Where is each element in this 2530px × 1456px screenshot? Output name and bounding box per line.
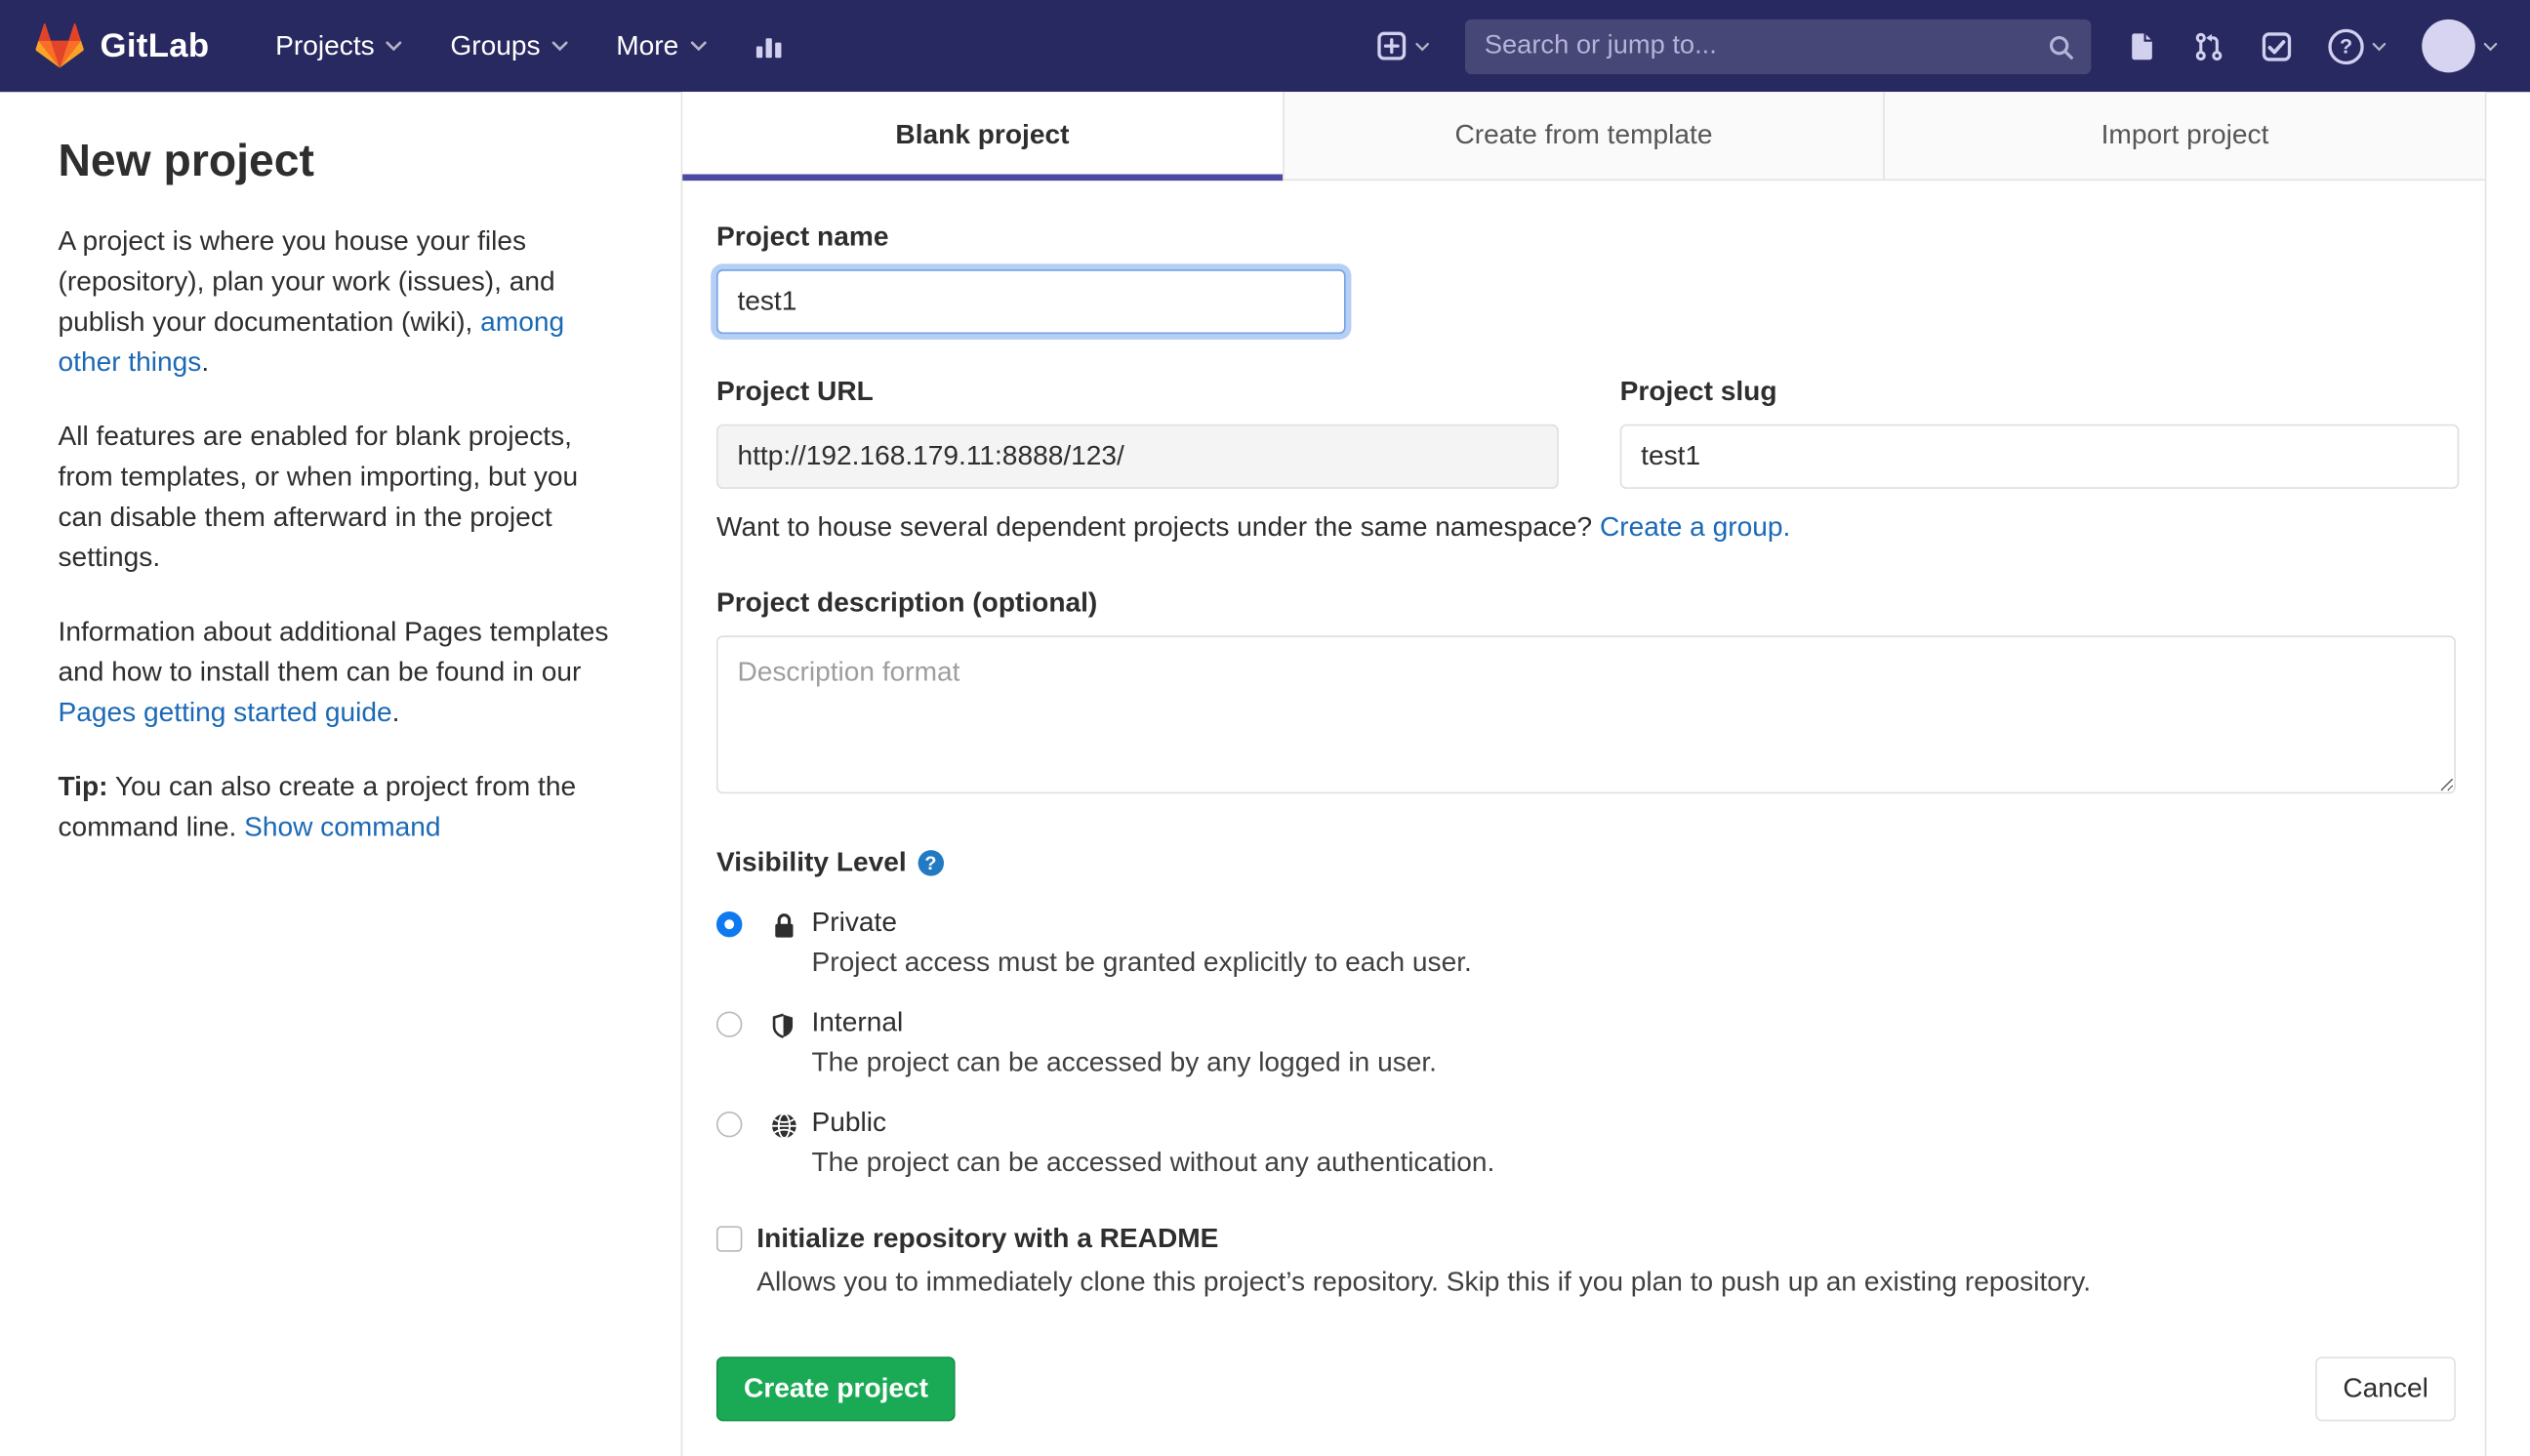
- project-name-input[interactable]: [715, 269, 1346, 335]
- shield-icon: [770, 1011, 799, 1078]
- public-option-label[interactable]: Public: [811, 1107, 1494, 1139]
- visibility-option-public: Public The project can be accessed witho…: [715, 1107, 2456, 1179]
- plus-square-icon: [1376, 30, 1407, 61]
- tip-paragraph: Tip: You can also create a project from …: [59, 766, 617, 847]
- pages-period: .: [391, 697, 400, 728]
- internal-radio[interactable]: [715, 1011, 743, 1037]
- readme-checkbox[interactable]: [715, 1226, 743, 1252]
- new-project-sidebar: New project A project is where you house…: [0, 92, 681, 880]
- nav-item-groups[interactable]: Groups: [427, 0, 592, 92]
- todos-button[interactable]: [2261, 30, 2293, 62]
- tab-label: Import project: [2101, 119, 2269, 150]
- private-option-description: Project access must be granted explicitl…: [811, 947, 1472, 978]
- chevron-down-icon: [2483, 41, 2498, 51]
- chevron-down-icon: [2372, 41, 2387, 51]
- public-radio[interactable]: [715, 1111, 743, 1138]
- nav-item-projects-label: Projects: [275, 29, 375, 61]
- nav-item-groups-label: Groups: [450, 29, 541, 61]
- project-type-tabs: Blank project Create from template Impor…: [682, 92, 2485, 182]
- tab-blank-project[interactable]: Blank project: [682, 92, 1283, 182]
- top-navbar: GitLab Projects Groups More Search or ju…: [0, 0, 2530, 93]
- chevron-down-icon: [386, 40, 402, 52]
- create-a-group-link[interactable]: Create a group.: [1600, 511, 1790, 542]
- visibility-option-internal: Internal The project can be accessed by …: [715, 1007, 2456, 1079]
- readme-description: Allows you to immediately clone this pro…: [756, 1266, 2092, 1298]
- blank-project-form: Project name Project URL Project slug Wa…: [682, 181, 2484, 1456]
- cancel-button[interactable]: Cancel: [2315, 1356, 2456, 1422]
- internal-option-label[interactable]: Internal: [811, 1007, 1437, 1039]
- tab-label: Blank project: [895, 119, 1070, 150]
- project-name-label: Project name: [715, 221, 889, 252]
- question-mark-icon: ?: [2328, 27, 2364, 64]
- tab-label: Create from template: [1454, 119, 1713, 150]
- search-input[interactable]: [1464, 19, 2092, 74]
- intro-period: .: [201, 346, 210, 378]
- search-icon: [2048, 33, 2075, 68]
- private-option-label[interactable]: Private: [811, 907, 1471, 939]
- page: GitLab Projects Groups More Search or ju…: [0, 0, 2530, 1456]
- merge-requests-button[interactable]: [2193, 30, 2225, 62]
- tab-import-project[interactable]: Import project: [1883, 92, 2485, 180]
- show-command-link[interactable]: Show command: [244, 811, 440, 841]
- analytics-button[interactable]: [753, 30, 783, 61]
- public-option-description: The project can be accessed without any …: [811, 1147, 1495, 1178]
- project-url-label: Project URL: [715, 376, 874, 407]
- visibility-option-private: Private Project access must be granted e…: [715, 907, 2456, 979]
- bar-chart-icon: [753, 30, 783, 61]
- readme-section: Initialize repository with a README Allo…: [715, 1223, 2456, 1299]
- nav-item-projects[interactable]: Projects: [251, 0, 426, 92]
- create-project-button[interactable]: Create project: [715, 1356, 957, 1422]
- project-slug-group: Project slug: [1619, 376, 2460, 489]
- project-description-label: Project description (optional): [715, 586, 1098, 619]
- namespace-hint: Want to house several dependent projects…: [716, 511, 2456, 544]
- page-title: New project: [58, 135, 314, 186]
- internal-option-description: The project can be accessed by any logge…: [811, 1046, 1437, 1078]
- issues-icon: [2127, 30, 2157, 61]
- help-dropdown[interactable]: ?: [2328, 27, 2387, 64]
- private-radio[interactable]: [715, 910, 743, 938]
- lock-icon: [770, 911, 799, 979]
- user-menu-dropdown[interactable]: [2422, 19, 2498, 73]
- namespace-hint-text: Want to house several dependent projects…: [715, 511, 1601, 543]
- gitlab-home-link[interactable]: GitLab: [35, 22, 209, 69]
- new-menu-dropdown[interactable]: [1376, 30, 1430, 61]
- chevron-down-icon: [551, 40, 568, 52]
- chevron-down-icon: [690, 40, 707, 52]
- new-project-panel: Blank project Create from template Impor…: [680, 92, 2487, 1456]
- project-slug-label: Project slug: [1619, 376, 1777, 407]
- tip-label: Tip:: [58, 771, 108, 802]
- user-avatar: [2422, 19, 2475, 73]
- pages-text: Information about additional Pages templ…: [58, 616, 609, 688]
- project-slug-input[interactable]: [1619, 424, 2460, 489]
- gitlab-tanuki-logo-icon: [35, 22, 84, 69]
- project-description-textarea[interactable]: [715, 635, 2456, 794]
- intro-paragraph: A project is where you house your files …: [59, 221, 617, 382]
- visibility-help-icon[interactable]: ?: [918, 850, 944, 876]
- pages-guide-link[interactable]: Pages getting started guide: [59, 697, 392, 727]
- readme-label[interactable]: Initialize repository with a README: [756, 1223, 1218, 1255]
- pages-paragraph: Information about additional Pages templ…: [59, 612, 617, 733]
- visibility-level-label: Visibility Level: [715, 846, 907, 878]
- project-url-group: Project URL: [715, 376, 1559, 489]
- project-url-field[interactable]: [715, 424, 1559, 489]
- todo-check-icon: [2261, 30, 2293, 62]
- nav-item-more[interactable]: More: [592, 0, 730, 92]
- globe-icon: [770, 1112, 799, 1179]
- features-paragraph: All features are enabled for blank proje…: [58, 421, 579, 573]
- chevron-down-icon: [1415, 41, 1430, 51]
- brand-text: GitLab: [100, 26, 210, 64]
- merge-request-icon: [2193, 30, 2225, 62]
- issues-button[interactable]: [2127, 30, 2157, 61]
- nav-item-more-label: More: [616, 29, 679, 61]
- tab-create-from-template[interactable]: Create from template: [1282, 92, 1884, 180]
